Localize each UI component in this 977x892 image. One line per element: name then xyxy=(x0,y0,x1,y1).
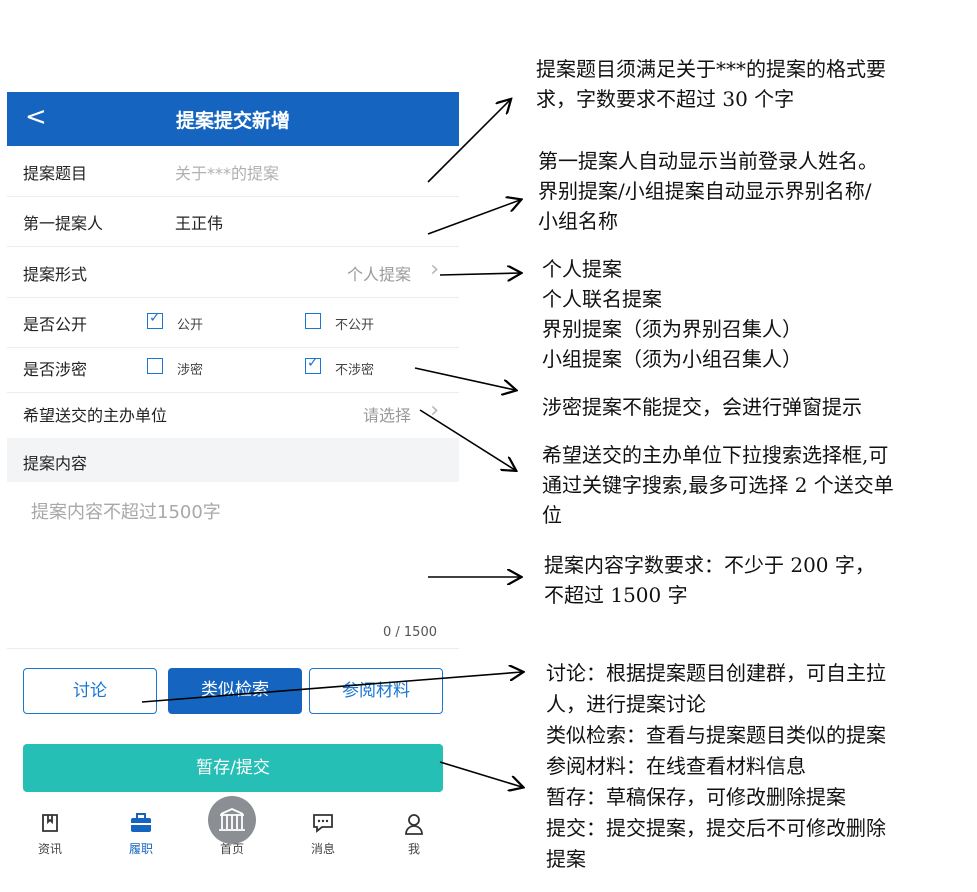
arrow-secret xyxy=(414,367,515,390)
annotation-unit: 希望送交的主办单位下拉搜索选择框,可 通过关键字搜索,最多可选择 2 个送交单 … xyxy=(542,443,894,527)
arrow-unit xyxy=(419,409,515,470)
arrow-form-type xyxy=(439,273,520,275)
arrow-proposer xyxy=(427,200,520,235)
annotation-actions: 讨论：根据提案题目创建群，可自主拉 人，进行提案讨论 类似检索：查看与提案题目类… xyxy=(546,661,886,871)
annotation-subject: 提案题目须满足关于***的提案的格式要 求，字数要求不超过 30 个字 xyxy=(536,57,886,111)
arrow-actions xyxy=(141,672,522,703)
arrow-subject xyxy=(427,100,510,183)
arrow-submit xyxy=(439,761,522,787)
annotation-form-types: 个人提案 个人联名提案 界别提案（须为界别召集人） 小组提案（须为小组召集人） xyxy=(542,257,802,371)
annotation-proposer: 第一提案人自动显示当前登录人姓名。 界别提案/小组提案自动显示界别名称/ 小组名… xyxy=(538,149,878,233)
annotation-secret: 涉密提案不能提交，会进行弹窗提示 xyxy=(542,395,862,419)
annotation-content: 提案内容字数要求：不少于 200 字， 不超过 1500 字 xyxy=(544,553,875,607)
